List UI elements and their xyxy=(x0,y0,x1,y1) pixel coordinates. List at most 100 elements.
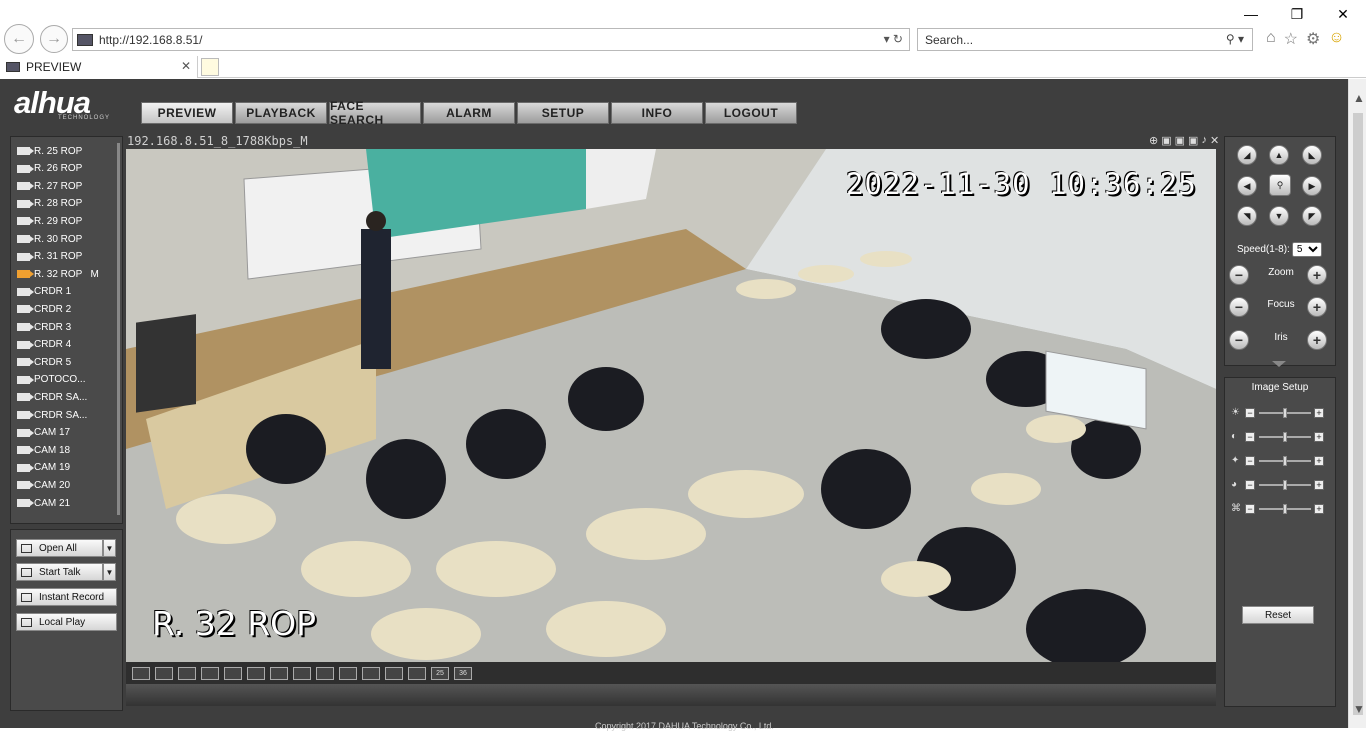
reset-button[interactable]: Reset xyxy=(1242,606,1314,624)
channel-item[interactable]: R. 32 ROP M xyxy=(17,266,99,282)
layout-4-icon[interactable] xyxy=(201,666,219,680)
channel-item[interactable]: CAM 20 xyxy=(17,477,70,493)
slider-knob[interactable] xyxy=(1283,432,1287,442)
page-scrollbar[interactable]: ▲ ▼ xyxy=(1348,79,1366,728)
channel-item[interactable]: POTOCO... xyxy=(17,372,86,388)
slider-knob[interactable] xyxy=(1283,480,1287,490)
slider-increase-button[interactable]: + xyxy=(1314,456,1324,466)
slider-decrease-button[interactable]: − xyxy=(1245,504,1255,514)
ptz-right-icon[interactable]: ▶ xyxy=(1302,176,1322,196)
speed-select[interactable]: 5 xyxy=(1291,242,1322,257)
ptz-up-icon[interactable]: ▲ xyxy=(1269,145,1289,165)
menu-tab-face-search[interactable]: FACE SEARCH xyxy=(329,99,421,127)
layout-3-icon[interactable] xyxy=(178,666,196,680)
layout-13-icon[interactable] xyxy=(408,666,426,680)
record-icon[interactable]: ▣ xyxy=(1188,134,1198,147)
forward-icon[interactable]: → xyxy=(40,25,68,53)
slider-decrease-button[interactable]: − xyxy=(1245,456,1255,466)
slider-increase-button[interactable]: + xyxy=(1314,432,1324,442)
channel-item[interactable]: R. 27 ROP xyxy=(17,178,82,194)
ptz-left-icon[interactable]: ◀ xyxy=(1237,176,1257,196)
scroll-thumb[interactable] xyxy=(1353,113,1363,715)
close-video-icon[interactable]: ✕ xyxy=(1210,134,1219,147)
slider-track[interactable] xyxy=(1259,432,1311,442)
slider-track[interactable] xyxy=(1259,408,1311,418)
menu-tab-preview[interactable]: PREVIEW xyxy=(141,102,233,124)
window-icon[interactable]: ▣ xyxy=(1161,134,1171,147)
collapse-ptz-icon[interactable] xyxy=(1272,361,1286,367)
home-icon[interactable]: ⌂ xyxy=(1266,29,1276,49)
channel-item[interactable]: R. 31 ROP xyxy=(17,249,82,265)
gear-icon[interactable]: ⚙ xyxy=(1306,29,1320,49)
minimize-icon[interactable]: — xyxy=(1228,2,1274,26)
iris-open-button[interactable]: + xyxy=(1307,330,1327,350)
slider-decrease-button[interactable]: − xyxy=(1245,408,1255,418)
ptz-3d-zoom-icon[interactable]: ⚲ xyxy=(1269,174,1291,196)
search-box[interactable]: Search... ⚲ ▾ xyxy=(917,28,1253,51)
slider-increase-button[interactable]: + xyxy=(1314,504,1324,514)
slider-decrease-button[interactable]: − xyxy=(1245,432,1255,442)
slider-knob[interactable] xyxy=(1283,456,1287,466)
slider-decrease-button[interactable]: − xyxy=(1245,480,1255,490)
layout-7-icon[interactable] xyxy=(270,666,288,680)
zoom-icon[interactable]: ⊕ xyxy=(1149,134,1158,147)
layout-9-icon[interactable] xyxy=(316,666,334,680)
channel-item[interactable]: CAM 18 xyxy=(17,442,70,458)
channel-item[interactable]: R. 28 ROP xyxy=(17,196,82,212)
layout-12-icon[interactable] xyxy=(385,666,403,680)
scroll-down-icon[interactable]: ▼ xyxy=(1353,702,1365,716)
focus-far-button[interactable]: + xyxy=(1307,297,1327,317)
menu-tab-playback[interactable]: PLAYBACK xyxy=(235,102,327,124)
start-talk-dropdown[interactable]: ▼ xyxy=(103,563,116,581)
layout-6-icon[interactable] xyxy=(247,666,265,680)
slider-track[interactable] xyxy=(1259,456,1311,466)
zoom-in-button[interactable]: + xyxy=(1307,265,1327,285)
menu-tab-alarm[interactable]: ALARM xyxy=(423,102,515,124)
live-video[interactable] xyxy=(126,149,1216,662)
ptz-down-icon[interactable]: ▼ xyxy=(1269,206,1289,226)
refresh-icon[interactable]: ▾ ↻ xyxy=(884,32,903,46)
channel-item[interactable]: CRDR SA... xyxy=(17,389,87,405)
scroll-up-icon[interactable]: ▲ xyxy=(1353,91,1365,105)
channel-item[interactable]: R. 29 ROP xyxy=(17,213,82,229)
open-all-button[interactable]: Open All xyxy=(16,539,103,557)
layout-25-icon[interactable]: 25 xyxy=(431,666,449,680)
slider-increase-button[interactable]: + xyxy=(1314,480,1324,490)
channel-item[interactable]: CAM 17 xyxy=(17,425,70,441)
local-play-button[interactable]: Local Play xyxy=(16,613,117,631)
back-icon[interactable]: ← xyxy=(4,24,34,54)
channel-item[interactable]: CRDR 2 xyxy=(17,301,71,317)
channel-item[interactable]: R. 25 ROP xyxy=(17,143,82,159)
slider-knob[interactable] xyxy=(1283,504,1287,514)
channel-item[interactable]: CRDR 4 xyxy=(17,337,71,353)
slider-knob[interactable] xyxy=(1283,408,1287,418)
ptz-right-down-icon[interactable]: ◤ xyxy=(1302,206,1322,226)
slider-increase-button[interactable]: + xyxy=(1314,408,1324,418)
channel-item[interactable]: CRDR SA... xyxy=(17,407,87,423)
menu-tab-info[interactable]: INFO xyxy=(611,102,703,124)
channel-item[interactable]: R. 30 ROP xyxy=(17,231,82,247)
favorites-star-icon[interactable]: ☆ xyxy=(1284,29,1298,49)
layout-36-icon[interactable]: 36 xyxy=(454,666,472,680)
channel-item[interactable]: CAM 21 xyxy=(17,495,70,511)
channel-list-scrollbar[interactable] xyxy=(117,143,120,515)
snapshot-icon[interactable]: ▣ xyxy=(1175,134,1185,147)
layout-11-icon[interactable] xyxy=(362,666,380,680)
address-bar[interactable]: http://192.168.8.51/ ▾ ↻ xyxy=(72,28,910,51)
menu-tab-setup[interactable]: SETUP xyxy=(517,102,609,124)
search-icon[interactable]: ⚲ ▾ xyxy=(1226,32,1244,46)
channel-item[interactable]: CRDR 1 xyxy=(17,284,71,300)
channel-item[interactable]: CRDR 5 xyxy=(17,354,71,370)
open-all-dropdown[interactable]: ▼ xyxy=(103,539,116,557)
channel-item[interactable]: CAM 19 xyxy=(17,460,70,476)
ptz-left-down-icon[interactable]: ◥ xyxy=(1237,206,1257,226)
layout-10-icon[interactable] xyxy=(339,666,357,680)
layout-8-icon[interactable] xyxy=(293,666,311,680)
start-talk-button[interactable]: Start Talk xyxy=(16,563,103,581)
layout-5-icon[interactable] xyxy=(224,666,242,680)
focus-near-button[interactable]: − xyxy=(1229,297,1249,317)
slider-track[interactable] xyxy=(1259,480,1311,490)
layout-1-icon[interactable] xyxy=(132,666,150,680)
ptz-right-up-icon[interactable]: ◣ xyxy=(1302,145,1322,165)
channel-item[interactable]: R. 26 ROP xyxy=(17,161,82,177)
